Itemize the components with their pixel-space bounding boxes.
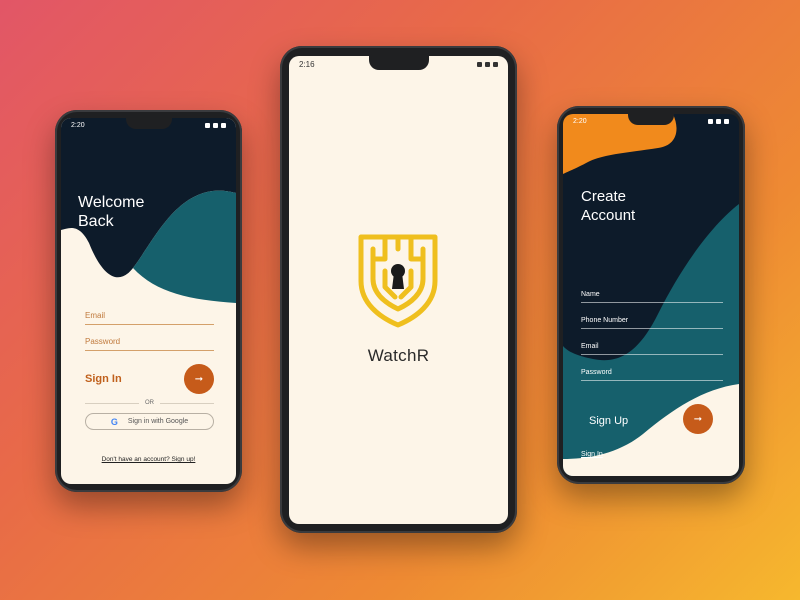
password-field[interactable]: Password bbox=[581, 369, 723, 381]
name-field[interactable]: Name bbox=[581, 291, 723, 303]
status-time: 2:20 bbox=[573, 117, 587, 125]
signup-phone-mockup: 2:20 Create Account Name Phone Number Em… bbox=[557, 106, 745, 484]
email-field[interactable]: Email bbox=[85, 311, 214, 325]
signup-screen: 2:20 Create Account Name Phone Number Em… bbox=[563, 114, 739, 476]
status-time: 2:16 bbox=[299, 59, 315, 69]
status-icons bbox=[708, 118, 729, 124]
splash-phone-mockup: 2:16 WatchR bbox=[280, 46, 517, 533]
camera-notch bbox=[628, 114, 674, 125]
signup-link[interactable]: Don't have an account? Sign up! bbox=[61, 456, 236, 463]
splash-screen: 2:16 WatchR bbox=[289, 56, 508, 524]
signin-phone-mockup: 2:20 Welcome Back Email Password Sign In… bbox=[55, 110, 242, 492]
signup-label: Sign Up bbox=[589, 415, 629, 427]
signin-submit-button[interactable]: ➞ bbox=[184, 364, 214, 394]
status-time: 2:20 bbox=[71, 121, 85, 129]
camera-notch bbox=[125, 118, 172, 129]
signup-submit-button[interactable]: ➞ bbox=[683, 404, 713, 434]
email-field[interactable]: Email bbox=[581, 343, 723, 355]
welcome-title: Welcome Back bbox=[78, 194, 145, 230]
signin-label: Sign In bbox=[85, 373, 122, 385]
google-signin-label: Sign in with Google bbox=[127, 418, 189, 425]
phone-number-field[interactable]: Phone Number bbox=[581, 317, 723, 329]
or-divider: OR bbox=[85, 400, 214, 406]
or-text: OR bbox=[145, 400, 154, 406]
app-name: WatchR bbox=[367, 346, 430, 365]
status-icons bbox=[477, 61, 498, 67]
arrow-right-icon: ➞ bbox=[693, 413, 703, 425]
signin-screen: 2:20 Welcome Back Email Password Sign In… bbox=[61, 118, 236, 484]
arrow-right-icon: ➞ bbox=[194, 373, 204, 385]
password-field[interactable]: Password bbox=[85, 337, 214, 351]
status-icons bbox=[205, 122, 226, 128]
google-icon: G bbox=[110, 416, 118, 427]
shield-keyhole-circuit-icon bbox=[355, 229, 441, 329]
google-signin-button[interactable]: G Sign in with Google bbox=[85, 413, 214, 430]
create-account-title: Create Account bbox=[581, 188, 636, 224]
signin-link[interactable]: Sign In bbox=[581, 451, 603, 458]
camera-notch bbox=[368, 56, 429, 70]
